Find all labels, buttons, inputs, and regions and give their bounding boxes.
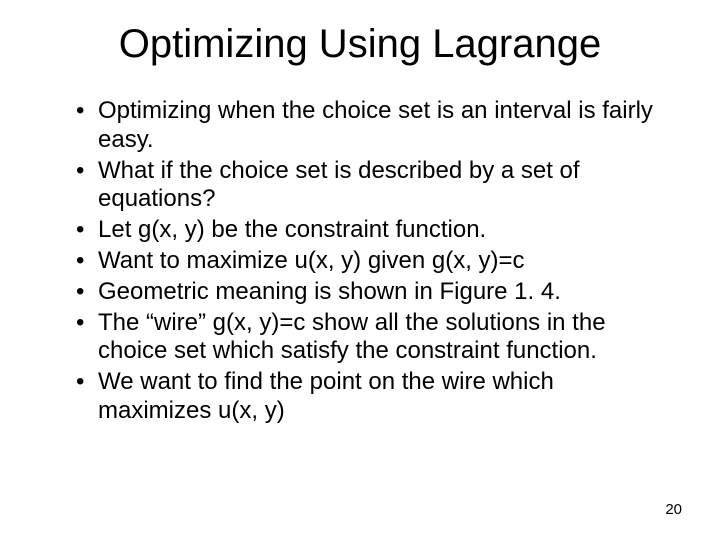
bullet-item: Optimizing when the choice set is an int… (78, 97, 664, 155)
bullet-item: Want to maximize u(x, y) given g(x, y)=c (78, 247, 664, 276)
bullet-item: Geometric meaning is shown in Figure 1. … (78, 278, 664, 307)
bullet-item: What if the choice set is described by a… (78, 157, 664, 215)
page-number: 20 (665, 501, 682, 518)
slide-title: Optimizing Using Lagrange (56, 22, 664, 67)
bullet-item: The “wire” g(x, y)=c show all the soluti… (78, 309, 664, 367)
bullet-item: Let g(x, y) be the constraint function. (78, 216, 664, 245)
bullet-list: Optimizing when the choice set is an int… (56, 97, 664, 426)
bullet-item: We want to find the point on the wire wh… (78, 368, 664, 426)
slide: Optimizing Using Lagrange Optimizing whe… (0, 0, 720, 540)
